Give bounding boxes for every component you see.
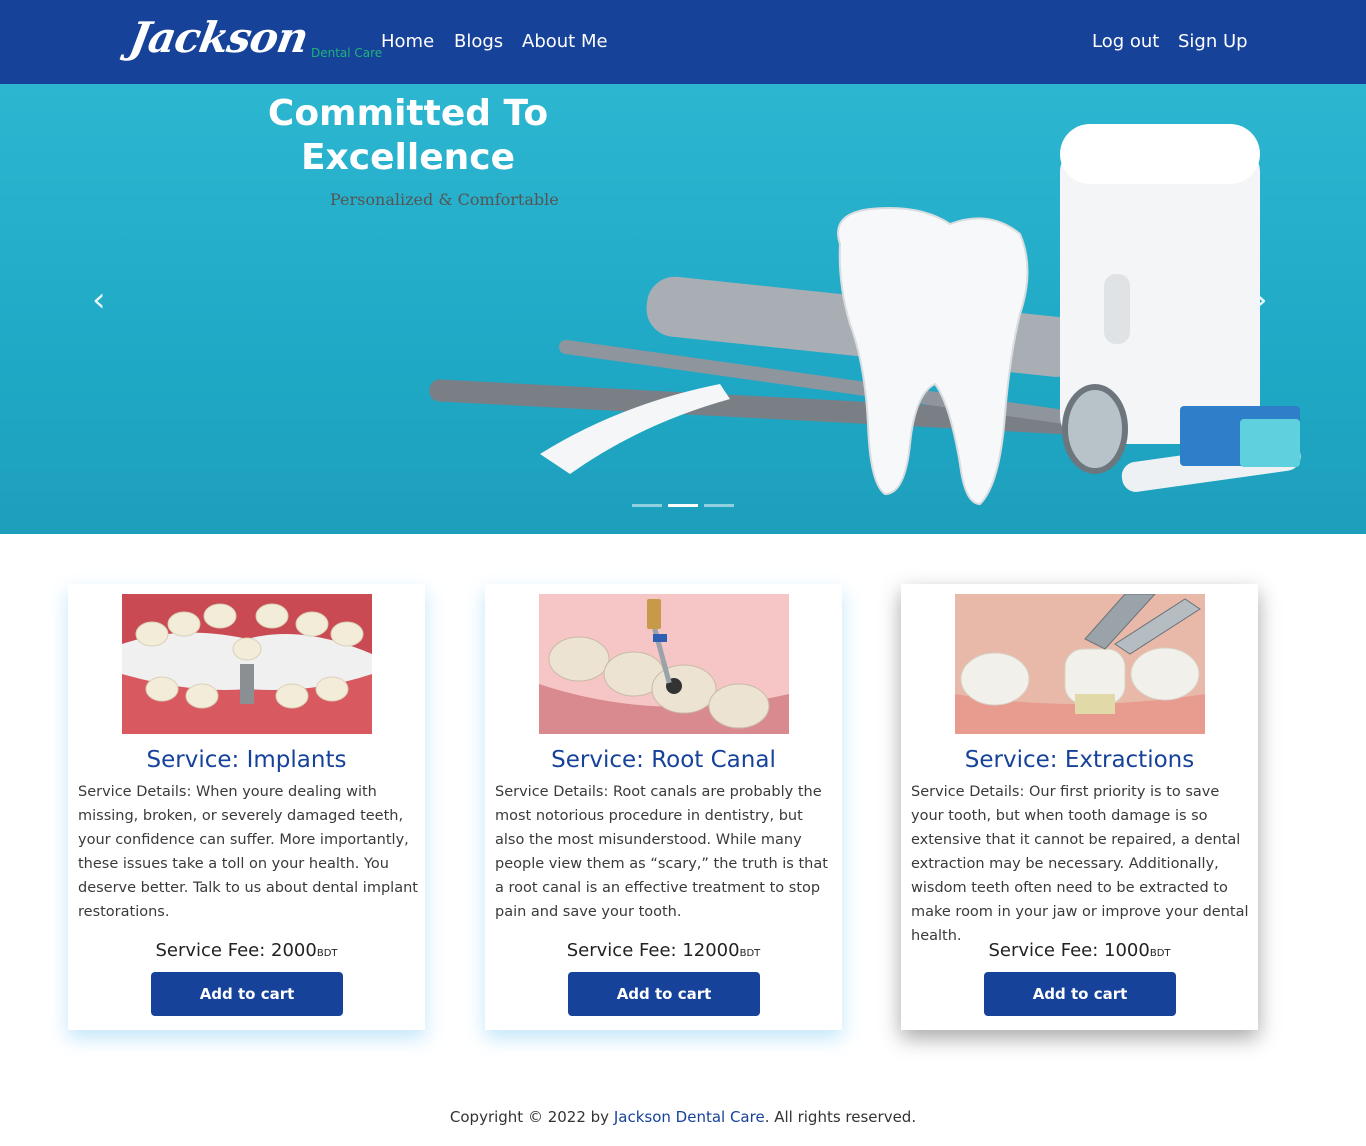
service-fee-label: Service Fee: [988, 940, 1105, 961]
chevron-right-icon: › [1254, 280, 1268, 320]
service-fee-value: 12000 [682, 940, 740, 961]
carousel-indicator-1[interactable] [632, 504, 662, 507]
carousel-indicator-3[interactable] [704, 504, 734, 507]
service-fee: Service Fee: 1000BDT [901, 940, 1258, 961]
copyright-suffix: . All rights reserved. [764, 1108, 917, 1126]
footer: Copyright © 2022 by Jackson Dental Care.… [0, 1108, 1366, 1126]
hero-title: Committed To Excellence [267, 93, 549, 178]
nav-link-about[interactable]: About Me [522, 30, 608, 54]
service-fee-label: Service Fee: [566, 940, 683, 961]
dental-mirror-illustration [1062, 384, 1128, 474]
service-fee-label: Service Fee: [155, 940, 272, 961]
service-title: Service: Implants [146, 747, 347, 773]
copyright-prefix: Copyright © 2022 by [449, 1108, 614, 1126]
service-details: Service Details: Root canals are probabl… [495, 784, 828, 920]
service-fee-unit: BDT [316, 948, 338, 959]
root-canal-image [539, 594, 789, 734]
signup-link[interactable]: Sign Up [1178, 30, 1248, 54]
service-card-root-canal: Service: Root Canal Service Details: Roo… [485, 584, 842, 1030]
implant-image [122, 594, 372, 734]
hero-subtitle: Personalized & Comfortable [330, 190, 559, 209]
carousel-indicator-2[interactable] [668, 504, 698, 507]
service-card-extractions: Service: Extractions Service Details: Ou… [901, 584, 1258, 1030]
hero-carousel: Committed To Excellence Personalized & C… [0, 84, 1366, 534]
extraction-image [955, 594, 1205, 734]
brand-subtitle: Dental Care [310, 46, 383, 60]
footer-brand-link[interactable]: Jackson Dental Care [614, 1108, 765, 1126]
service-details: Service Details: Our first priority is t… [911, 784, 1249, 944]
service-card-implants: Service: Implants Service Details: When … [68, 584, 425, 1030]
service-fee-value: 2000 [271, 940, 317, 961]
hero-image [429, 124, 1301, 506]
service-details: Service Details: When youre dealing with… [78, 784, 418, 920]
service-title: Service: Root Canal [551, 747, 776, 773]
brand-logo[interactable]: Jackson Dental Care [126, 8, 383, 68]
service-fee-unit: BDT [1149, 948, 1171, 959]
navbar: Jackson Dental Care Home Blogs About Me … [0, 0, 1366, 84]
service-fee-value: 1000 [1104, 940, 1150, 961]
service-fee: Service Fee: 2000BDT [68, 940, 425, 961]
add-to-cart-button[interactable]: Add to cart [568, 972, 760, 1016]
carousel-prev-button[interactable]: ‹ [92, 280, 106, 320]
nav-link-blogs[interactable]: Blogs [454, 30, 503, 54]
logout-link[interactable]: Log out [1092, 30, 1159, 54]
chevron-left-icon: ‹ [92, 280, 106, 320]
service-fee-unit: BDT [739, 948, 761, 959]
tooth-illustration [837, 207, 1029, 506]
nav-link-home[interactable]: Home [381, 30, 434, 54]
carousel-next-button[interactable]: › [1254, 280, 1268, 320]
service-title: Service: Extractions [964, 747, 1195, 773]
brand-name: Jackson [125, 13, 312, 62]
carousel-indicators [632, 504, 734, 507]
service-fee: Service Fee: 12000BDT [485, 940, 842, 961]
add-to-cart-button[interactable]: Add to cart [151, 972, 343, 1016]
add-to-cart-button[interactable]: Add to cart [984, 972, 1176, 1016]
